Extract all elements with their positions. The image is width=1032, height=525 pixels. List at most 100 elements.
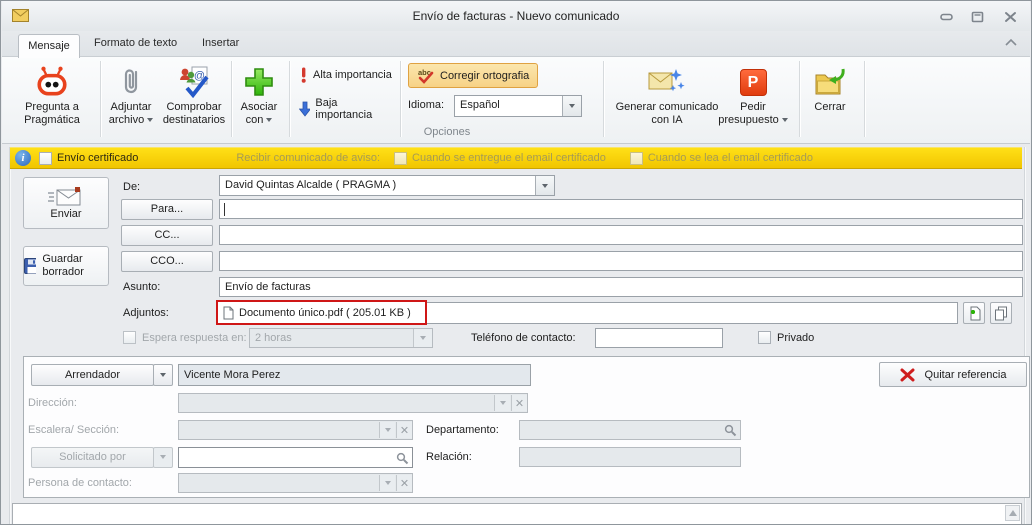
comprobar-destinatarios-label: Comprobar destinatarios (162, 101, 226, 126)
corregir-ortografia-button[interactable]: abc Corregir ortografia (408, 63, 539, 88)
attachment-name: Documento único.pdf ( 205.01 KB ) (239, 306, 411, 319)
asunto-input[interactable]: Envío de facturas (219, 277, 1023, 297)
copy-icon (995, 306, 1007, 320)
spellcheck-icon: abc (418, 68, 434, 84)
lea-checkbox[interactable] (629, 151, 643, 165)
referencia-tipo-dropdown-button[interactable] (153, 364, 173, 386)
window-title: Envío de facturas - Nuevo comunicado (412, 9, 620, 23)
quitar-referencia-button[interactable]: Quitar referencia (879, 362, 1027, 387)
espera-respuesta-checkbox[interactable] (123, 331, 136, 344)
close-icon[interactable] (1004, 11, 1017, 23)
opciones-group-label: Opciones (423, 126, 471, 138)
dropdown-caret-icon (781, 118, 788, 123)
pregunta-pragmatica-button[interactable]: Pregunta a Pragmática (8, 59, 96, 127)
clear-x-icon[interactable]: ✕ (396, 422, 412, 438)
cc-input[interactable] (219, 225, 1023, 245)
ribbon-divider (289, 61, 290, 137)
asunto-value: Envío de facturas (225, 281, 311, 293)
clear-x-icon[interactable]: ✕ (511, 395, 527, 411)
attachment-chip[interactable]: Documento único.pdf ( 205.01 KB ) (216, 300, 427, 325)
generar-comunicado-ia-button[interactable]: Generar comunicado con IA (610, 59, 724, 127)
scroll-up-arrow-icon (1008, 510, 1017, 516)
guardar-borrador-button[interactable]: Guardar borrador (23, 246, 109, 286)
dropdown-caret-icon[interactable] (379, 422, 395, 438)
adjuntar-archivo-label: Adjuntar archivo (108, 101, 152, 126)
espera-respuesta-select[interactable]: 2 horas (249, 328, 433, 348)
solicitado-por-input[interactable] (178, 447, 413, 468)
title-bar[interactable]: Envío de facturas - Nuevo comunicado (2, 1, 1030, 31)
solicitado-por-dropdown-button[interactable] (153, 447, 173, 468)
dropdown-caret-icon[interactable] (494, 395, 510, 411)
persona-contacto-combobox[interactable]: ✕ (178, 473, 413, 493)
entregue-checkbox[interactable] (394, 151, 408, 165)
cc-button[interactable]: CC... (121, 225, 213, 246)
telefono-contacto-input[interactable] (595, 328, 723, 348)
de-dropdown-button[interactable] (535, 176, 554, 195)
asociar-con-label: Asociar con (240, 101, 278, 126)
telefono-contacto-label: Teléfono de contacto: (471, 332, 576, 344)
enviar-button[interactable]: Enviar (23, 177, 109, 229)
maximize-icon[interactable] (971, 11, 984, 23)
window-frame-line (9, 147, 10, 524)
add-attachment-button[interactable] (963, 302, 985, 324)
tab-formato-de-texto[interactable]: Formato de texto (94, 37, 177, 49)
robot-icon (35, 63, 69, 101)
tab-insertar[interactable]: Insertar (202, 37, 239, 49)
plus-icon (243, 63, 275, 101)
cco-button[interactable]: CCO... (121, 251, 213, 272)
referencia-nombre-field[interactable]: Vicente Mora Perez (178, 364, 531, 386)
pedir-presupuesto-button[interactable]: P Pedir presupuesto (714, 59, 792, 127)
magnifier-icon[interactable] (724, 424, 737, 437)
idioma-label: Idioma: (408, 99, 445, 111)
chevron-up-icon[interactable] (1004, 38, 1018, 48)
dropdown-caret-icon (569, 104, 575, 108)
exclamation-icon (301, 67, 306, 83)
alta-importancia-button[interactable]: Alta importancia (295, 65, 397, 85)
scrollbar-up-button[interactable] (1005, 505, 1020, 521)
adjuntos-label: Adjuntos: (123, 307, 169, 319)
cerrar-button[interactable]: Cerrar (804, 59, 856, 114)
escalera-combobox[interactable]: ✕ (178, 420, 413, 440)
idioma-select[interactable]: Español (454, 95, 582, 117)
minimize-icon[interactable] (940, 12, 954, 22)
idioma-dropdown-button[interactable] (562, 96, 581, 116)
copy-attachment-button[interactable] (990, 302, 1012, 324)
relacion-field[interactable] (519, 447, 741, 467)
envio-certificado-checkbox[interactable] (39, 151, 52, 165)
relacion-label: Relación: (426, 451, 472, 463)
privado-checkbox[interactable] (758, 331, 771, 344)
direccion-combobox[interactable]: ✕ (178, 393, 528, 413)
envio-certificado-label: Envío certificado (57, 152, 139, 164)
email-compose-window: Envío de facturas - Nuevo comunicado Men… (0, 0, 1032, 525)
lea-label: Cuando se lea el email certificado (647, 152, 813, 164)
departamento-field[interactable] (519, 420, 741, 440)
cerrar-label: Cerrar (814, 101, 846, 113)
dropdown-caret-icon (160, 373, 166, 378)
baja-importancia-button[interactable]: Baja importancia (295, 95, 397, 123)
cco-input[interactable] (219, 251, 1023, 271)
entregue-label: Cuando se entregue el email certificado (412, 152, 606, 164)
comprobar-destinatarios-button[interactable]: @ Comprobar destinatarios (160, 59, 228, 127)
espera-dropdown-button[interactable] (413, 329, 432, 347)
message-body-editor[interactable] (12, 503, 1022, 524)
para-button[interactable]: Para... (121, 199, 213, 220)
recibir-aviso-label: Recibir comunicado de aviso: (236, 152, 381, 164)
adjuntar-archivo-button[interactable]: Adjuntar archivo (104, 59, 158, 127)
pedir-presupuesto-label: Pedir presupuesto (718, 101, 779, 126)
p-square-icon: P (739, 63, 767, 101)
asociar-con-button[interactable]: Asociar con (235, 59, 283, 127)
alta-importancia-label: Alta importancia (313, 69, 392, 81)
text-caret (224, 203, 225, 216)
de-combobox[interactable]: David Quintas Alcalde ( PRAGMA ) (219, 175, 555, 196)
departamento-label: Departamento: (426, 424, 499, 436)
solicitado-por-button[interactable]: Solicitado por (31, 447, 154, 468)
red-x-icon (900, 368, 915, 381)
tab-mensaje[interactable]: Mensaje (18, 34, 80, 58)
clear-x-icon[interactable]: ✕ (396, 475, 412, 491)
referencia-tipo-button[interactable]: Arrendador (31, 364, 154, 386)
para-input[interactable] (219, 199, 1023, 219)
dropdown-caret-icon (420, 336, 426, 340)
dropdown-caret-icon[interactable] (379, 475, 395, 491)
folder-exit-icon (814, 63, 846, 101)
magnifier-icon[interactable] (396, 452, 409, 465)
